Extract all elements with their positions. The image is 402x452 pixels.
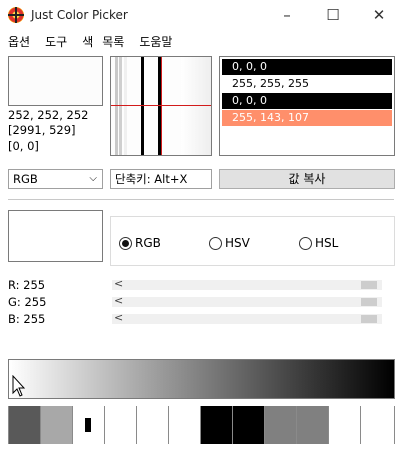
- chevron-left-icon[interactable]: <: [114, 311, 123, 324]
- slider-r-label: R: 255: [8, 278, 46, 292]
- history-row-1[interactable]: 255, 255, 255: [222, 76, 392, 92]
- radio-hsl[interactable]: [299, 237, 312, 250]
- menu-bar: 옵션 도구 색 목록 도움말: [0, 30, 402, 50]
- menu-help[interactable]: 도움말: [131, 30, 179, 50]
- swatch-6[interactable]: [201, 406, 233, 444]
- history-row-3[interactable]: 255, 143, 107: [222, 110, 392, 126]
- close-button[interactable]: ✕: [356, 0, 402, 30]
- window-title: Just Color Picker: [31, 8, 128, 22]
- radio-hsv[interactable]: [209, 237, 222, 250]
- title-bar: Just Color Picker – ☐ ✕: [0, 0, 402, 30]
- history-row-2[interactable]: 0, 0, 0: [222, 93, 392, 109]
- radio-hsv-label[interactable]: HSV: [225, 236, 250, 250]
- chevron-left-icon[interactable]: <: [114, 294, 123, 307]
- swatch-3[interactable]: [105, 406, 137, 444]
- divider: [8, 199, 394, 200]
- magnifier-view: [110, 56, 212, 156]
- copy-value-button[interactable]: 값 복사: [219, 169, 395, 189]
- slider-b-thumb[interactable]: [361, 315, 377, 323]
- slider-g-thumb[interactable]: [361, 298, 377, 306]
- radio-rgb[interactable]: [119, 237, 132, 250]
- swatch-11[interactable]: [361, 406, 394, 444]
- slider-r[interactable]: <: [112, 277, 382, 290]
- color-history-list[interactable]: 0, 0, 0 255, 255, 255 0, 0, 0 255, 143, …: [219, 56, 395, 156]
- cursor-offset: [0, 0]: [8, 139, 39, 153]
- swatch-8[interactable]: [265, 406, 297, 444]
- swatch-5[interactable]: [169, 406, 201, 444]
- slider-r-thumb[interactable]: [361, 281, 377, 289]
- picked-color-preview: [8, 56, 103, 106]
- menu-list[interactable]: 목록: [100, 30, 131, 50]
- slider-b-label: B: 255: [8, 312, 46, 326]
- slider-g[interactable]: <: [112, 294, 382, 307]
- minimize-button[interactable]: –: [264, 0, 310, 30]
- swatch-4[interactable]: [137, 406, 169, 444]
- swatch-9[interactable]: [297, 406, 329, 444]
- gradient-bar[interactable]: [8, 359, 395, 399]
- swatch-10[interactable]: [329, 406, 361, 444]
- picked-rgb-value: 252, 252, 252: [8, 108, 89, 122]
- slider-b[interactable]: <: [112, 311, 382, 324]
- color-mode-group: RGB HSV HSL: [110, 216, 395, 266]
- format-select[interactable]: RGB ⌵: [8, 169, 103, 189]
- swatch-7[interactable]: [233, 406, 265, 444]
- slider-g-label: G: 255: [8, 295, 47, 309]
- crosshair-vertical: [161, 57, 162, 155]
- current-color-box: [8, 210, 103, 262]
- menu-color[interactable]: 색: [74, 30, 100, 50]
- maximize-button[interactable]: ☐: [310, 0, 356, 30]
- selected-marker-icon: [85, 418, 91, 432]
- cursor-coordinates: [2991, 529]: [8, 123, 76, 137]
- swatch-1[interactable]: [41, 406, 73, 444]
- radio-rgb-label[interactable]: RGB: [135, 236, 161, 250]
- chevron-left-icon[interactable]: <: [114, 277, 123, 290]
- chevron-down-icon: ⌵: [89, 173, 97, 184]
- format-select-value: RGB: [13, 172, 38, 186]
- radio-hsl-label[interactable]: HSL: [315, 236, 338, 250]
- swatch-0[interactable]: [9, 406, 41, 444]
- mouse-cursor-icon: [12, 375, 26, 397]
- menu-options[interactable]: 옵션: [0, 30, 37, 50]
- swatch-2[interactable]: [73, 406, 105, 444]
- menu-tools[interactable]: 도구: [37, 30, 74, 50]
- color-picker-app-icon: [8, 7, 24, 23]
- history-row-0[interactable]: 0, 0, 0: [222, 59, 392, 75]
- hotkey-field[interactable]: 단축키: Alt+X: [110, 169, 212, 189]
